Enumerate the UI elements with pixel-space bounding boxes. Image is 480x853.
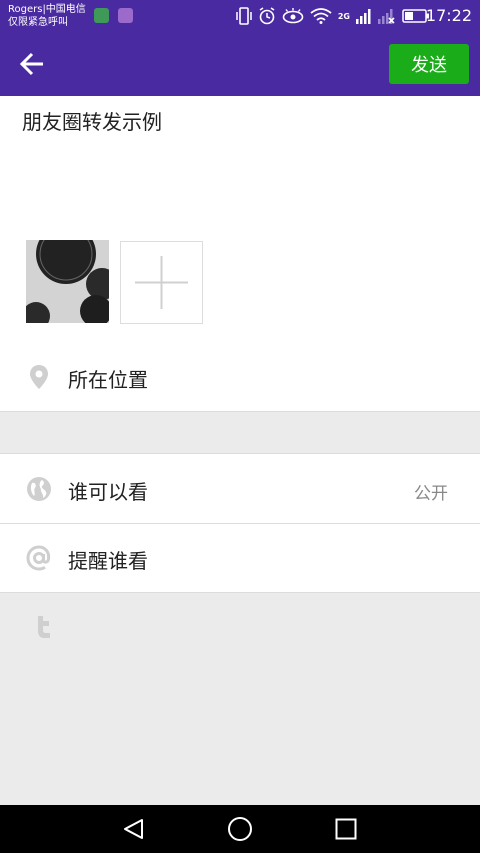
status-bar: Rogers|中国电信 仅限紧急呼叫 2G 17:22 [0, 0, 480, 32]
add-image-button[interactable] [120, 241, 203, 324]
nav-home-icon[interactable] [227, 816, 253, 842]
back-button[interactable] [14, 46, 50, 82]
location-label: 所在位置 [68, 368, 148, 392]
carrier-name: Rogers|中国电信 [8, 4, 86, 15]
vibrate-icon [236, 7, 252, 25]
send-button[interactable]: 发送 [389, 44, 469, 84]
gallery-notification-icon [118, 8, 133, 23]
plus-icon [135, 256, 188, 309]
status-icons: 2G [236, 6, 430, 26]
post-text-input[interactable]: 朋友圈转发示例 [22, 106, 162, 135]
wifi-icon [310, 8, 332, 24]
attached-image-thumbnail[interactable] [26, 240, 109, 323]
share-options-area [0, 593, 480, 805]
image-preview [26, 240, 109, 323]
section-gap [0, 412, 480, 454]
signal-icon-1 [356, 9, 371, 24]
globe-icon [27, 477, 51, 501]
tencent-weibo-icon[interactable] [34, 615, 54, 639]
visibility-label: 谁可以看 [68, 480, 148, 504]
signal-icon-2-no-service [378, 9, 395, 24]
system-navigation-bar [0, 805, 480, 853]
app-bar: 发送 [0, 32, 480, 96]
mention-label: 提醒谁看 [68, 549, 148, 573]
network-type: 2G [337, 11, 350, 21]
nav-recents-icon[interactable] [335, 818, 357, 840]
arrow-left-icon [19, 52, 43, 76]
carrier-info: Rogers|中国电信 仅限紧急呼叫 [8, 3, 86, 29]
wechat-notification-icon [94, 8, 109, 23]
at-sign-icon [26, 545, 51, 571]
emergency-only: 仅限紧急呼叫 [8, 17, 68, 28]
location-pin-icon [30, 365, 48, 389]
mention-row[interactable]: 提醒谁看 [0, 524, 480, 592]
alarm-icon [259, 7, 275, 25]
nav-back-icon[interactable] [122, 817, 146, 841]
clock: 17:22 [425, 6, 472, 25]
visibility-row[interactable]: 谁可以看 公开 [0, 454, 480, 523]
visibility-value: 公开 [414, 484, 448, 504]
location-row[interactable]: 所在位置 [0, 343, 480, 411]
eye-comfort-icon [282, 8, 304, 24]
